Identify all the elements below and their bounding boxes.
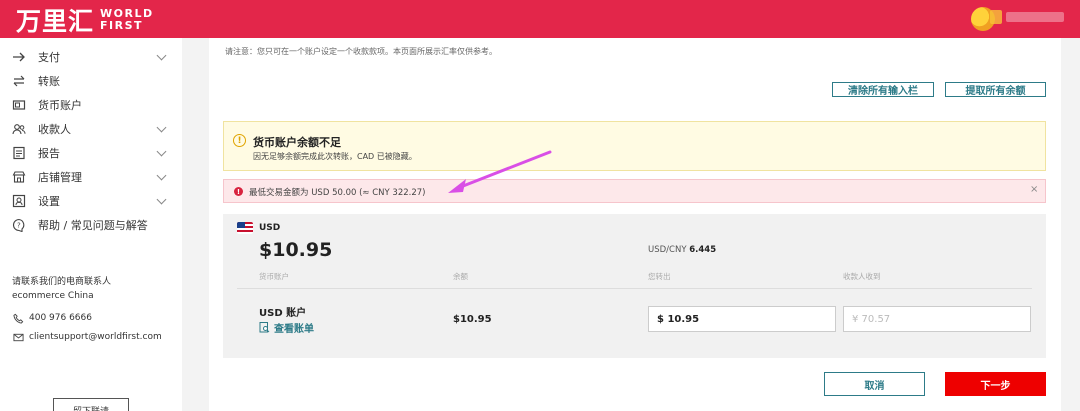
contact-email: clientsupport@worldfirst.com <box>12 331 162 343</box>
mail-icon <box>12 331 24 343</box>
contact-title: 请联系我们的电商联系人 <box>12 277 112 287</box>
sidebar-item-payees[interactable]: 收款人 <box>0 117 182 141</box>
sidebar-item-label: 货币账户 <box>38 99 82 112</box>
view-statement-link[interactable]: 查看账单 <box>259 320 314 335</box>
svg-text:?: ? <box>17 222 21 230</box>
chevron-down-icon <box>156 50 167 60</box>
sidebar-item-label: 报告 <box>38 147 60 160</box>
sidebar-item-transfer[interactable]: 转账 <box>0 69 182 93</box>
chevron-down-icon <box>156 170 167 180</box>
chevron-down-icon <box>156 122 167 132</box>
chevron-down-icon <box>156 146 167 156</box>
error-text: 最低交易金额为 USD 50.00 (≈ CNY 322.27) <box>249 188 426 198</box>
sidebar-item-currency-accounts[interactable]: 货币账户 <box>0 93 182 117</box>
sidebar-item-label: 转账 <box>38 75 60 88</box>
sidebar-item-label: 收款人 <box>38 123 71 136</box>
chevron-down-icon <box>156 194 167 204</box>
send-amount-input[interactable]: $ 10.95 <box>648 306 836 332</box>
error-icon: ! <box>234 187 243 196</box>
sidebar-item-label: 支付 <box>38 51 60 64</box>
avatar-badge <box>990 10 1002 24</box>
store-icon <box>12 170 26 184</box>
row-balance: $10.95 <box>453 314 492 325</box>
rate-label: USD/CNY <box>648 245 687 255</box>
table-divider <box>237 288 1032 289</box>
account-name: USD 账户 <box>259 308 307 319</box>
contact-subtitle: ecommerce China <box>12 291 94 301</box>
transfer-icon <box>12 74 26 88</box>
email-address[interactable]: clientsupport@worldfirst.com <box>29 332 162 342</box>
column-header-receive: 收款人收到 <box>843 272 881 281</box>
people-icon <box>12 122 26 136</box>
exchange-rate: USD/CNY 6.445 <box>648 245 716 255</box>
currency-code: USD <box>259 223 281 233</box>
cancel-button[interactable]: 取消 <box>824 372 925 396</box>
withdraw-all-balance-button[interactable]: 提取所有余额 <box>945 82 1046 97</box>
us-flag-icon <box>237 222 253 234</box>
notice-text: 请注意：您只可在一个账户设定一个收款款项。本页面所展示汇率仅供参考。 <box>225 47 497 56</box>
rate-value: 6.445 <box>689 245 717 255</box>
sidebar: 支付 转账 货币账户 收款人 报告 店铺管理 设置 ? 帮助 / 常见问题与解答… <box>0 38 182 411</box>
contact-phone: 400 976 6666 <box>12 312 92 324</box>
minimum-amount-error: ! 最低交易金额为 USD 50.00 (≈ CNY 322.27) × <box>223 179 1046 203</box>
phone-icon <box>12 312 24 324</box>
statement-search-icon <box>259 322 270 333</box>
sidebar-item-label: 帮助 / 常见问题与解答 <box>38 219 148 232</box>
view-statement-label: 查看账单 <box>274 324 314 335</box>
close-icon[interactable]: × <box>1030 184 1038 195</box>
currency-account-panel: USD $10.95 USD/CNY 6.445 货币账户 余额 您转出 收款人… <box>223 214 1046 358</box>
help-icon: ? <box>12 218 26 232</box>
next-step-button[interactable]: 下一步 <box>945 372 1046 396</box>
column-header-send: 您转出 <box>648 272 671 281</box>
wallet-icon <box>12 98 26 112</box>
sidebar-item-settings[interactable]: 设置 <box>0 189 182 213</box>
insufficient-balance-warning: ! 货币账户余额不足 因无足够余额完成此次转账，CAD 已被隐藏。 <box>223 121 1046 171</box>
sidebar-item-help[interactable]: ? 帮助 / 常见问题与解答 <box>0 213 182 237</box>
main-panel: 请注意：您只可在一个账户设定一个收款款项。本页面所展示汇率仅供参考。 清除所有输… <box>209 38 1061 411</box>
warning-icon: ! <box>233 134 246 147</box>
arrow-right-icon <box>12 50 26 64</box>
sidebar-item-reports[interactable]: 报告 <box>0 141 182 165</box>
worldfirst-logo[interactable]: 万里汇 WORLD FIRST <box>16 2 154 38</box>
account-balance: $10.95 <box>259 239 333 261</box>
report-icon <box>12 146 26 160</box>
top-bar: 万里汇 WORLD FIRST ████████ <box>0 0 1080 38</box>
column-header-account: 货币账户 <box>259 272 289 281</box>
logo-english: WORLD FIRST <box>100 8 154 32</box>
user-name-blurred[interactable]: ████████ <box>1006 12 1064 22</box>
logo-chinese: 万里汇 <box>16 7 95 36</box>
settings-icon <box>12 194 26 208</box>
receive-amount-input[interactable]: ¥ 70.57 <box>843 306 1031 332</box>
sidebar-item-label: 店铺管理 <box>38 171 82 184</box>
contact-request-button[interactable]: 留下联请 <box>53 398 129 411</box>
phone-number: 400 976 6666 <box>29 313 92 323</box>
clear-all-inputs-button[interactable]: 清除所有输入栏 <box>832 82 934 97</box>
sidebar-item-label: 设置 <box>38 195 60 208</box>
sidebar-item-store-management[interactable]: 店铺管理 <box>0 165 182 189</box>
sidebar-item-payment[interactable]: 支付 <box>0 45 182 69</box>
column-header-balance: 余额 <box>453 272 468 281</box>
warning-title: 货币账户余额不足 <box>253 136 341 149</box>
warning-text: 因无足够余额完成此次转账，CAD 已被隐藏。 <box>253 152 417 161</box>
logo-en-line2: FIRST <box>100 19 144 32</box>
